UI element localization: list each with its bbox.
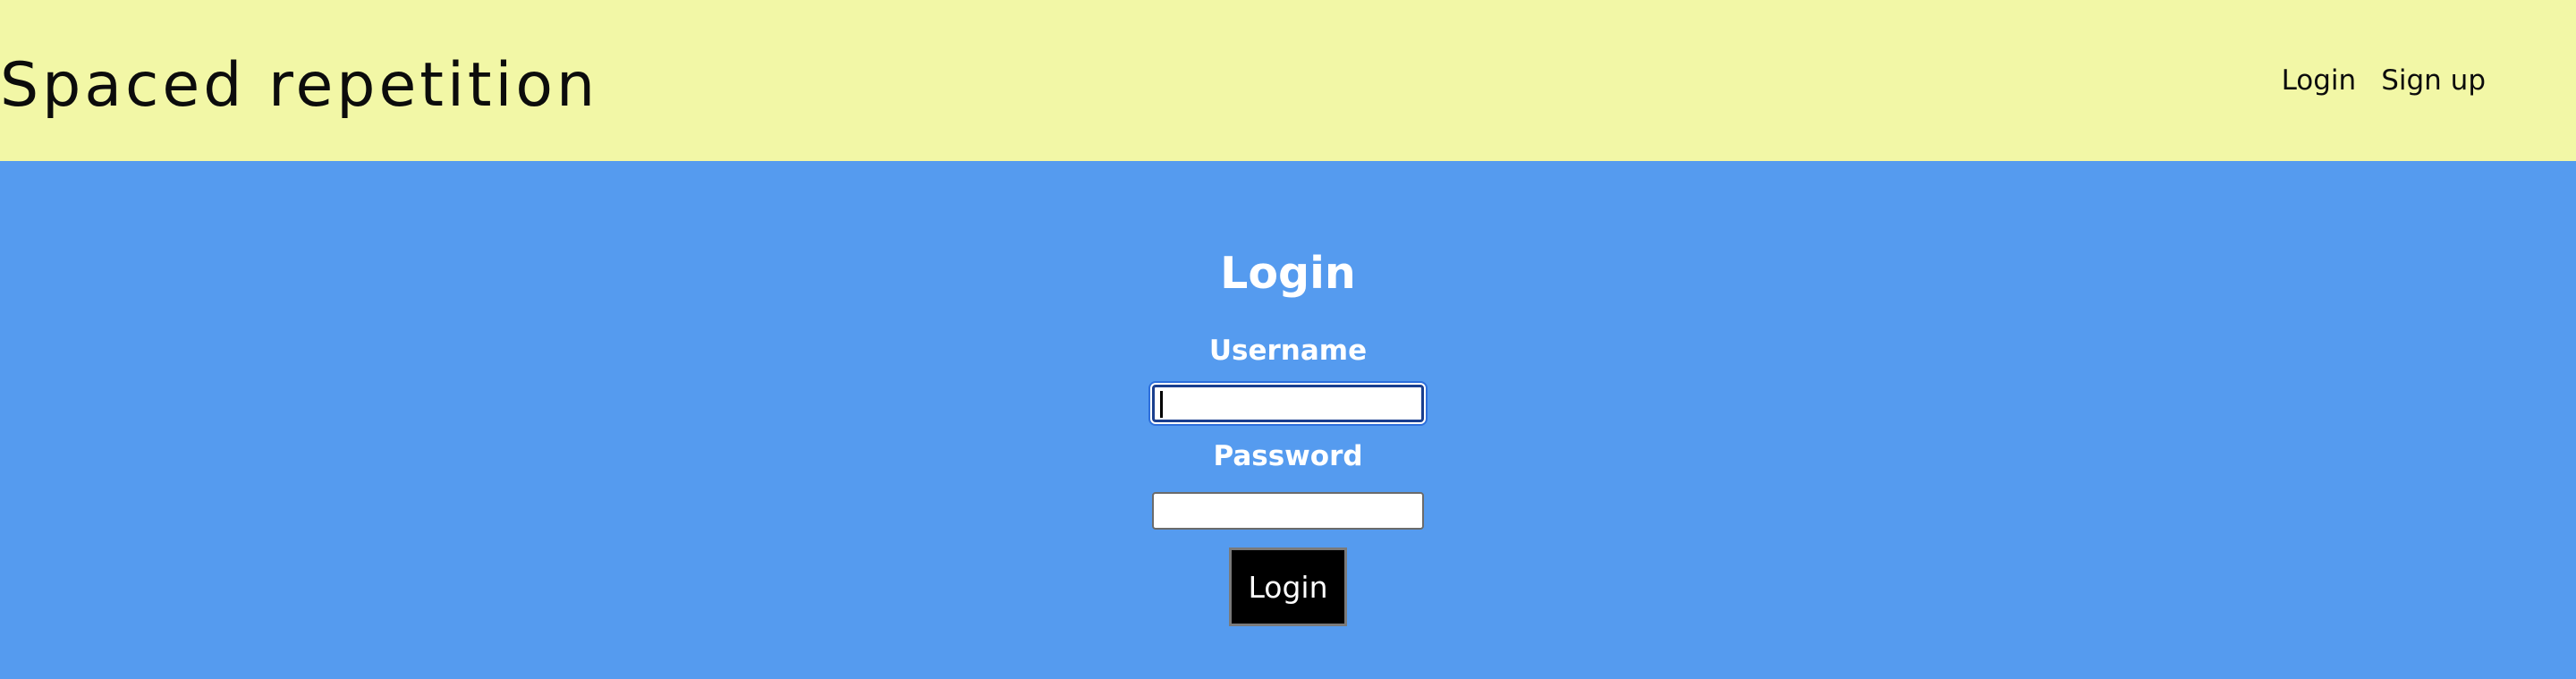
- username-input[interactable]: [1152, 385, 1424, 422]
- text-caret: [1160, 391, 1163, 418]
- nav-login-link[interactable]: Login: [2282, 63, 2357, 98]
- password-input[interactable]: [1152, 492, 1424, 530]
- form-title: Login: [1220, 248, 1356, 299]
- password-label: Password: [1213, 440, 1363, 472]
- app-title: Spaced repetition: [0, 50, 599, 121]
- nav-signup-link[interactable]: Sign up: [2381, 63, 2486, 98]
- top-nav: Login Sign up: [2282, 63, 2486, 98]
- login-submit-button[interactable]: Login: [1229, 547, 1347, 626]
- username-label: Username: [1208, 335, 1368, 367]
- app-header: Spaced repetition Login Sign up: [0, 0, 2576, 161]
- main-content: Login Username Password Login: [0, 161, 2576, 679]
